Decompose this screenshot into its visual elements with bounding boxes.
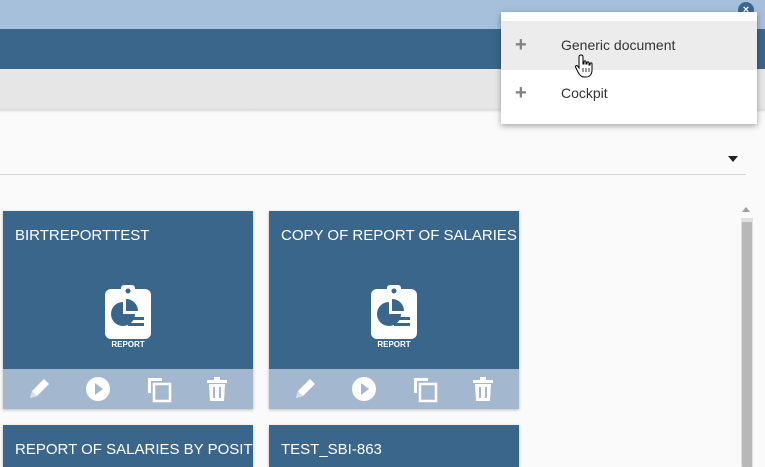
pencil-icon[interactable] [291,375,319,403]
trash-icon[interactable] [469,375,497,403]
card-type-label: REPORT [377,340,411,349]
card-title: TEST_SBI-863 [281,441,382,458]
report-icon [369,283,419,343]
play-icon[interactable] [350,375,378,403]
copy-icon[interactable] [411,375,439,403]
play-icon[interactable] [84,375,112,403]
card-type-label: REPORT [111,340,145,349]
scroll-up-arrow-icon[interactable] [742,207,750,212]
hand-cursor-icon [574,54,596,78]
scrollbar-thumb[interactable] [742,222,752,467]
pencil-icon[interactable] [25,375,53,403]
card-action-bar [269,369,519,409]
menu-item-cockpit[interactable]: + Cockpit [501,69,757,118]
document-card[interactable]: COPY OF REPORT OF SALARIES BY POSITION R… [269,211,519,409]
document-card[interactable]: TEST_SBI-863 [269,425,519,467]
document-card[interactable]: BIRTREPORTTEST REPORT [3,211,253,409]
new-document-menu: + Generic document + Cockpit [501,12,757,124]
trash-icon[interactable] [203,375,231,403]
document-card[interactable]: REPORT OF SALARIES BY POSITION [3,425,253,467]
filter-divider [0,174,746,175]
plus-icon: + [515,82,527,104]
card-title: COPY OF REPORT OF SALARIES BY POSITION [281,227,519,244]
dropdown-arrow-icon[interactable] [728,156,738,162]
card-title: REPORT OF SALARIES BY POSITION [15,441,253,458]
card-action-bar [3,369,253,409]
card-title: BIRTREPORTTEST [15,227,150,244]
copy-icon[interactable] [145,375,173,403]
plus-icon: + [515,34,527,56]
report-icon [103,283,153,343]
menu-item-generic-document[interactable]: + Generic document [501,21,757,70]
menu-item-label: Cockpit [561,85,608,101]
menu-item-label: Generic document [561,37,676,53]
